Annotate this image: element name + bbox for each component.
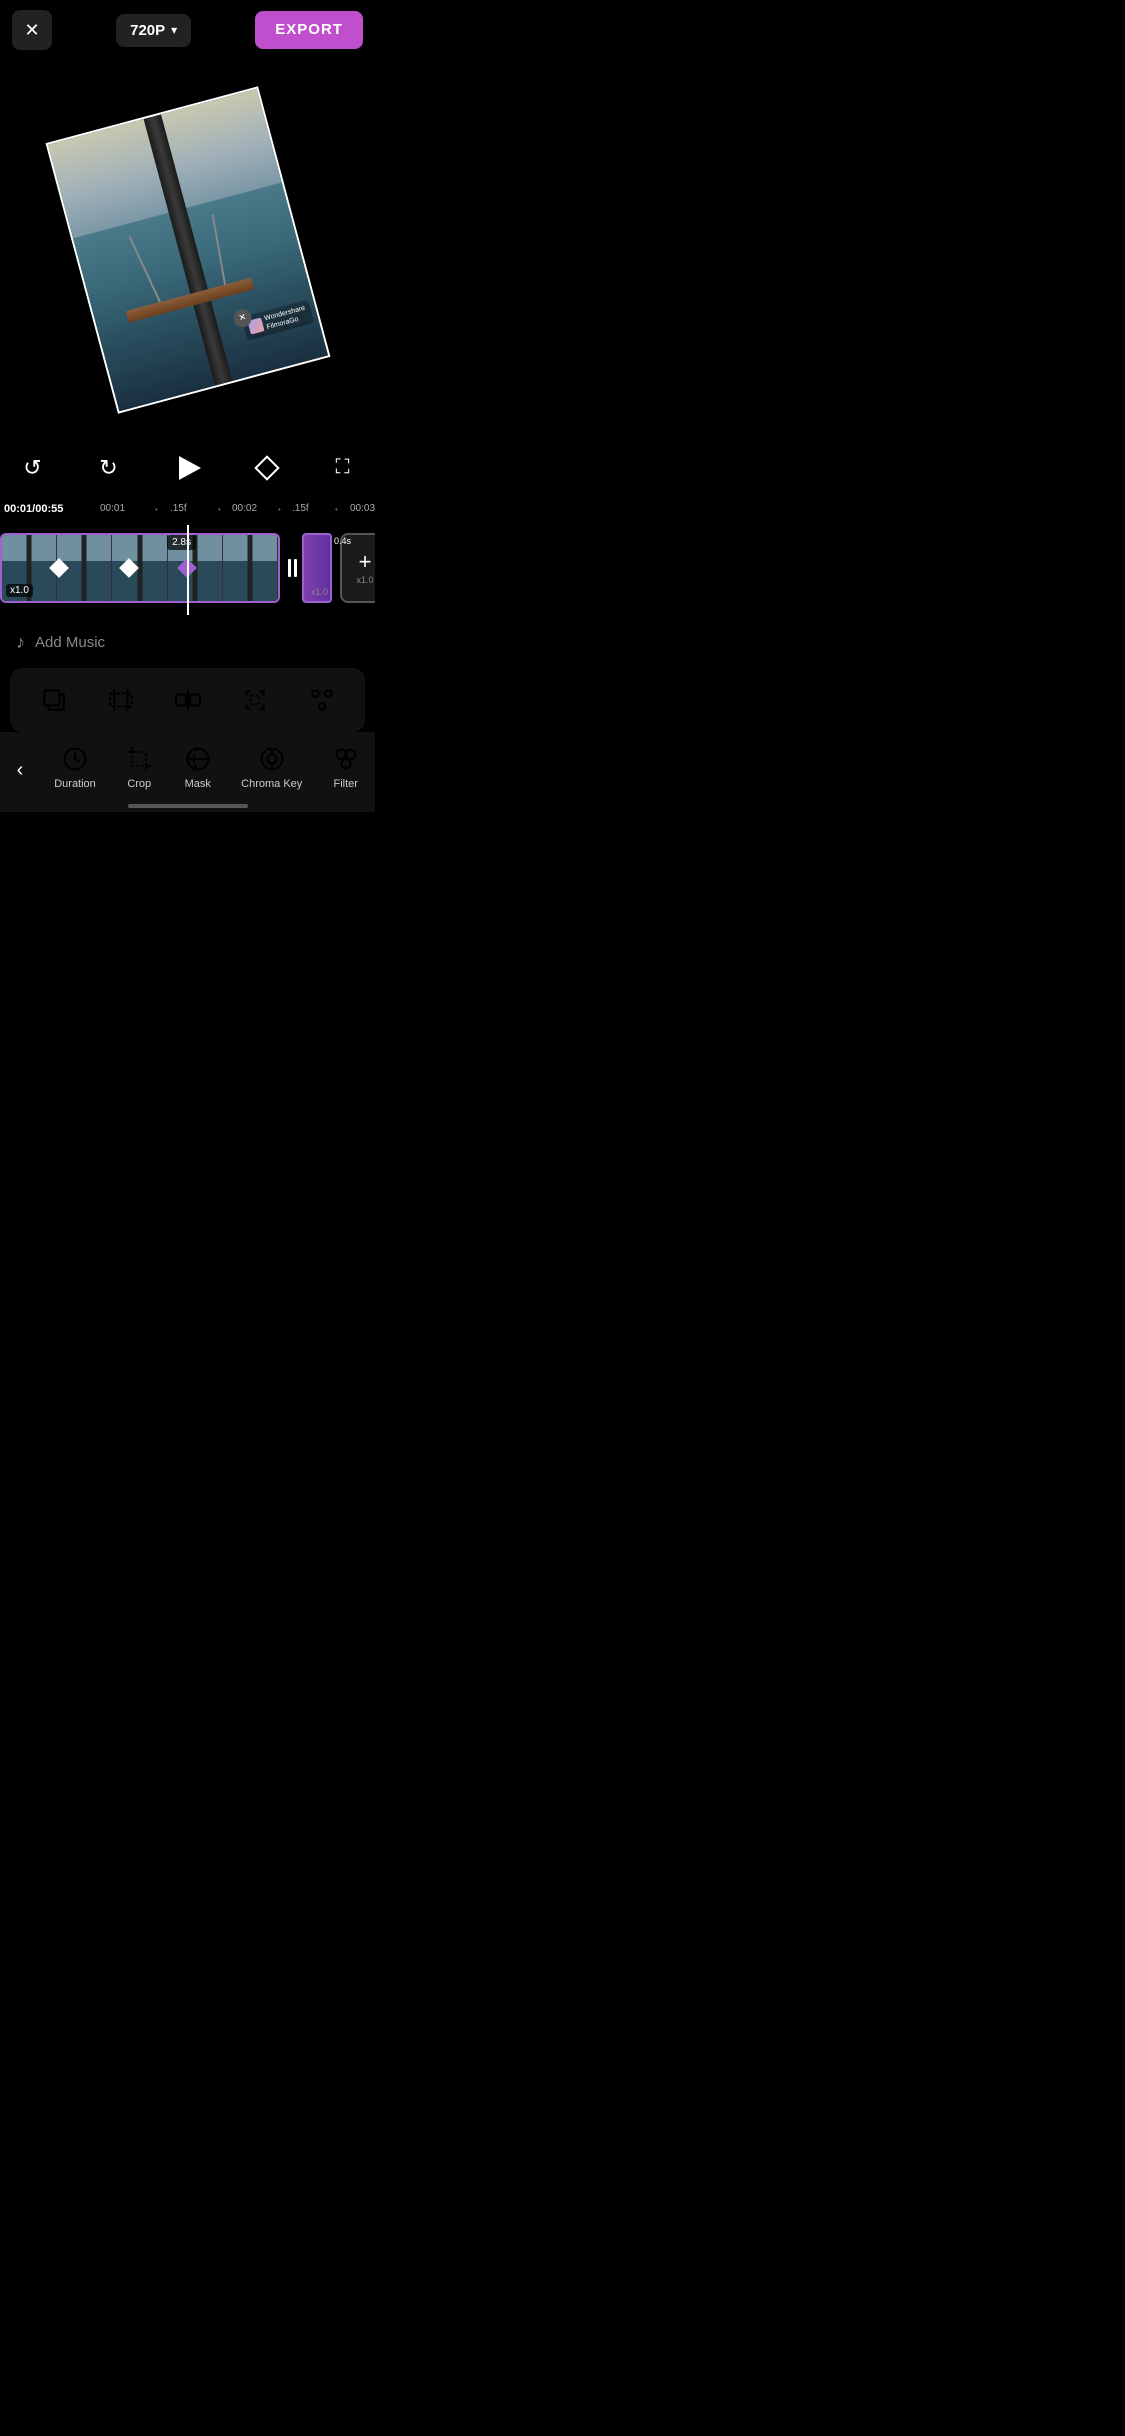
- music-icon: ♪: [16, 632, 25, 653]
- nav-item-crop-label: Crop: [127, 778, 151, 790]
- video-thumbnail: [47, 89, 327, 412]
- nav-item-filter-label: Filter: [334, 778, 358, 790]
- duplicate-icon: [41, 687, 67, 713]
- crop-corner-button[interactable]: [231, 676, 279, 724]
- time-marker-3: 00:03: [350, 503, 375, 514]
- undo-button[interactable]: [15, 450, 51, 486]
- nav-item-crop[interactable]: Crop: [116, 740, 162, 794]
- close-button[interactable]: [12, 10, 52, 50]
- timeline-area[interactable]: 2.8s x1.0 0.4s x1.0 + x1.0: [0, 525, 375, 615]
- add-music-bar[interactable]: ♪ Add Music: [0, 620, 375, 664]
- crop-icon: [124, 744, 154, 774]
- filter-icon: [309, 687, 335, 713]
- keyframe-icon: [254, 455, 279, 480]
- nav-item-duration-label: Duration: [54, 778, 96, 790]
- trim-button[interactable]: [97, 676, 145, 724]
- video-frame: Wondershare FilmoraGo: [45, 86, 330, 413]
- chroma-key-icon: [257, 744, 287, 774]
- clip-separator[interactable]: [282, 533, 302, 603]
- chevron-down-icon: ▾: [171, 23, 177, 37]
- fullscreen-button[interactable]: ⛶: [325, 450, 361, 486]
- dot-3: •: [278, 505, 281, 514]
- add-clip-speed-label: x1.0: [356, 575, 373, 585]
- timeline-ruler: 00:01/00:55 00:01 • .15f • 00:02 • .15f …: [0, 495, 375, 525]
- resolution-selector[interactable]: 720P ▾: [116, 14, 191, 47]
- video-duration-badge: 2.8s: [167, 535, 196, 550]
- crop-corner-icon: [242, 687, 268, 713]
- top-bar: 720P ▾ EXPORT: [0, 0, 375, 60]
- frame-marker-2: .15f: [292, 503, 309, 514]
- nav-back-button[interactable]: ‹: [0, 740, 40, 800]
- nav-item-mask-label: Mask: [185, 778, 211, 790]
- trim-icon: [108, 687, 134, 713]
- fullscreen-icon: ⛶: [336, 456, 350, 479]
- split-icon: [175, 687, 201, 713]
- keyframe-button[interactable]: [249, 450, 285, 486]
- redo-button[interactable]: [91, 450, 127, 486]
- split-button[interactable]: [164, 676, 212, 724]
- playback-controls: ⛶: [0, 440, 375, 495]
- dot-4: •: [335, 505, 338, 514]
- resolution-label: 720P: [130, 22, 165, 39]
- time-marker-1: 00:01: [100, 503, 125, 514]
- duration-icon: [60, 744, 90, 774]
- export-label: EXPORT: [275, 21, 343, 38]
- export-button[interactable]: EXPORT: [255, 11, 363, 49]
- duplicate-button[interactable]: [30, 676, 78, 724]
- dot-1: •: [155, 505, 158, 514]
- play-button[interactable]: [167, 447, 209, 489]
- filter-button[interactable]: [298, 676, 346, 724]
- add-icon: +: [359, 551, 372, 573]
- video-strip[interactable]: 2.8s x1.0: [0, 533, 280, 603]
- nav-item-duration[interactable]: Duration: [46, 740, 104, 794]
- bottom-nav: ‹ Duration Crop: [0, 732, 375, 812]
- nav-item-chroma-label: Chroma Key: [241, 778, 302, 790]
- nav-item-chroma-key[interactable]: Chroma Key: [233, 740, 310, 794]
- back-arrow-icon: ‹: [17, 759, 24, 782]
- undo-icon: [23, 455, 41, 481]
- clip-speed-label: x1.0: [311, 587, 328, 597]
- mask-icon: [183, 744, 213, 774]
- speed-badge: x1.0: [6, 584, 33, 597]
- bottom-toolbar: [10, 668, 365, 732]
- ruler-times: 00:01/00:55 00:01 • .15f • 00:02 • .15f …: [0, 495, 375, 525]
- scroll-indicator: [128, 804, 248, 808]
- playhead: [187, 525, 189, 615]
- strip-frame-5: [223, 535, 278, 601]
- filter-nav-icon: [331, 744, 361, 774]
- pause-icon: [288, 559, 297, 577]
- video-preview-area: Wondershare FilmoraGo: [0, 60, 375, 440]
- clip-duration-badge: 0.4s: [331, 535, 354, 547]
- current-total-time: 00:01/00:55: [4, 503, 63, 515]
- frame-marker-1: .15f: [170, 503, 187, 514]
- redo-icon: [99, 455, 117, 481]
- play-icon: [179, 456, 201, 480]
- dot-2: •: [218, 505, 221, 514]
- secondary-clip[interactable]: 0.4s x1.0: [302, 533, 332, 603]
- nav-items: Duration Crop Mask: [40, 740, 375, 794]
- nav-item-filter[interactable]: Filter: [323, 740, 369, 794]
- add-music-label: Add Music: [35, 634, 105, 651]
- time-marker-2: 00:02: [232, 503, 257, 514]
- nav-item-mask[interactable]: Mask: [175, 740, 221, 794]
